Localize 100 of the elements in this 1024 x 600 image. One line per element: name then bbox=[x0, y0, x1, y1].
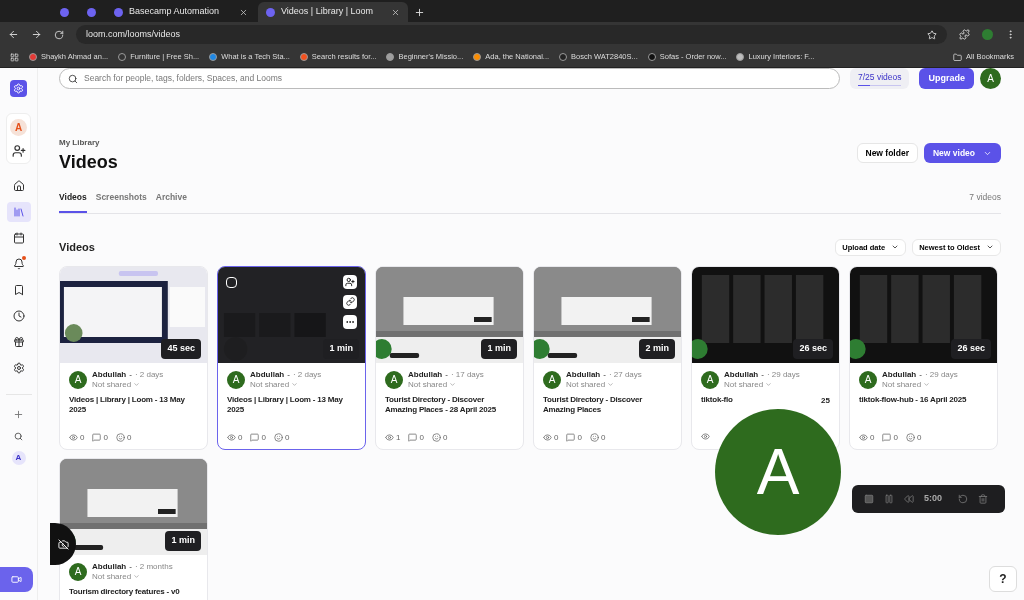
new-tab-icon[interactable] bbox=[414, 7, 425, 18]
author-name: Abdullah bbox=[250, 369, 285, 380]
address-bar[interactable]: loom.com/looms/videos bbox=[76, 25, 947, 44]
breadcrumb[interactable]: My Library bbox=[59, 137, 118, 149]
search-field[interactable]: Search for people, tags, folders, Spaces, and Looms bbox=[59, 68, 840, 89]
video-age: · 17 days bbox=[450, 369, 484, 380]
author-dot: - bbox=[761, 369, 764, 380]
forward-icon[interactable] bbox=[31, 29, 42, 40]
trash-icon[interactable] bbox=[978, 494, 988, 504]
app-logo[interactable] bbox=[10, 80, 27, 97]
sharing-dropdown[interactable]: Not shared bbox=[882, 379, 958, 390]
star-icon[interactable] bbox=[927, 29, 937, 40]
sharing-dropdown[interactable]: Not shared bbox=[92, 379, 164, 390]
video-title[interactable]: Tourist Directory - Discover Amazing Places bbox=[543, 394, 672, 415]
video-card[interactable]: 1 min A Abdullah - · 2 months Not shared Tourism directory features - v0 bbox=[59, 457, 208, 600]
tab-title: Basecamp Automation bbox=[129, 5, 221, 19]
stat-count: 0 bbox=[103, 431, 108, 444]
upgrade-button[interactable]: Upgrade bbox=[919, 68, 974, 89]
chevron-icon bbox=[449, 381, 457, 389]
quota-label: 7/25 videos bbox=[858, 71, 902, 84]
back-icon[interactable] bbox=[8, 29, 19, 40]
video-title[interactable]: Tourist Directory - Discover Amazing Places - 28 April 2025 bbox=[385, 394, 514, 415]
video-title[interactable]: tiktok-flo bbox=[701, 394, 733, 405]
stat-count: 0 bbox=[442, 431, 448, 444]
close-icon[interactable] bbox=[239, 7, 248, 17]
stat-count: 0 bbox=[80, 431, 85, 444]
video-age: · 29 days bbox=[924, 369, 958, 380]
author-avatar: A bbox=[227, 370, 245, 389]
recording-time: 5:00 bbox=[924, 492, 942, 506]
comments-icon bbox=[566, 433, 576, 443]
quota-pill[interactable]: 7/25 videos bbox=[850, 68, 910, 89]
comments-icon bbox=[408, 433, 418, 443]
sharing-dropdown[interactable]: Not shared bbox=[724, 379, 800, 390]
new-video-button[interactable]: New video bbox=[923, 143, 1001, 163]
video-card[interactable]: 2 min A Abdullah - · 27 days Not shared Tourist Directory - Discover Amazing Places 0 0 0 bbox=[533, 265, 682, 450]
new-folder-button[interactable]: New folder bbox=[856, 143, 918, 163]
folder-icon bbox=[953, 52, 963, 62]
chevron-icon bbox=[765, 381, 773, 389]
video-age: · 29 days bbox=[766, 369, 800, 380]
restart-icon[interactable] bbox=[958, 494, 968, 504]
link-icon bbox=[345, 297, 355, 307]
sharing-dropdown[interactable]: Not shared bbox=[408, 379, 484, 390]
camera-bubble[interactable]: A bbox=[715, 409, 841, 535]
stop-icon[interactable] bbox=[864, 494, 874, 504]
video-card[interactable]: 45 sec A Abdullah - · 2 days Not shared Videos | Library | Loom - 13 May 2025 0 0 0 bbox=[59, 265, 208, 450]
author-dot: - bbox=[919, 369, 922, 380]
video-title[interactable]: Videos | Library | Loom - 13 May 2025 bbox=[227, 394, 356, 415]
stat-count: 0 bbox=[126, 431, 132, 444]
calendar-icon bbox=[12, 232, 25, 244]
library-tab[interactable]: Videos bbox=[59, 191, 87, 213]
select-checkbox[interactable] bbox=[226, 276, 237, 288]
logo-icon bbox=[13, 83, 24, 94]
tab-favicon bbox=[114, 7, 123, 17]
video-card[interactable]: 26 sec A Abdullah - · 29 days Not shared tiktok-flow-hub - 16 April 2025 0 0 0 bbox=[849, 265, 998, 450]
video-camera-icon bbox=[11, 574, 22, 585]
reactions-icon bbox=[905, 433, 915, 443]
author-name: Abdullah bbox=[724, 369, 759, 380]
views-icon bbox=[385, 433, 394, 443]
stat-count: 0 bbox=[419, 431, 424, 444]
reload-icon[interactable] bbox=[54, 29, 64, 40]
browser-tab[interactable]: Basecamp Automation bbox=[106, 2, 256, 22]
duration-badge: 45 sec bbox=[161, 339, 201, 359]
author-avatar: A bbox=[701, 370, 719, 389]
video-title[interactable]: Videos | Library | Loom - 13 May 2025 bbox=[69, 394, 198, 415]
page-title: Videos bbox=[59, 151, 118, 173]
video-title[interactable]: tiktok-flow-hub - 16 April 2025 bbox=[859, 394, 967, 405]
search-input[interactable]: Search for people, tags, folders, Spaces, and Looms bbox=[84, 72, 831, 85]
help-button[interactable]: ? bbox=[989, 566, 1017, 592]
add-user-icon[interactable] bbox=[11, 144, 26, 158]
video-card[interactable]: 1 min A Abdullah - · 17 days Not shared Tourist Directory - Discover Amazing Places - 28 April 2025 1 0 0 bbox=[375, 265, 524, 450]
extensions-icon[interactable] bbox=[959, 29, 970, 40]
account-avatar[interactable]: A bbox=[980, 68, 1001, 89]
sharing-dropdown[interactable]: Not shared bbox=[92, 571, 173, 582]
sharing-dropdown[interactable]: Not shared bbox=[250, 379, 322, 390]
video-title[interactable]: Tourism directory features - v0 bbox=[69, 586, 180, 597]
library-tab[interactable]: Archive bbox=[155, 191, 187, 213]
chevron-icon bbox=[133, 573, 141, 581]
library-tab[interactable]: Screenshots bbox=[95, 191, 147, 213]
record-button[interactable] bbox=[0, 567, 33, 592]
reactions-icon bbox=[273, 433, 283, 443]
browser-tab[interactable]: Videos | Library | Loom bbox=[258, 2, 408, 22]
chevron-icon bbox=[291, 381, 299, 389]
search-icon[interactable] bbox=[14, 432, 23, 441]
close-icon[interactable] bbox=[391, 7, 400, 17]
video-card[interactable]: 1 min A Abdullah - · 2 days Not shared Videos | Library | Loom - 13 May 2025 0 0 0 bbox=[217, 265, 366, 450]
add-user-icon bbox=[345, 276, 355, 287]
author-name: Abdullah bbox=[92, 369, 127, 380]
chevron-icon bbox=[607, 381, 615, 389]
library-icon bbox=[12, 206, 25, 218]
author-name: Abdullah bbox=[408, 369, 443, 380]
add-icon[interactable] bbox=[13, 409, 24, 420]
comments-icon bbox=[250, 433, 260, 443]
stat-count: 0 bbox=[284, 431, 290, 444]
apps-icon[interactable] bbox=[10, 52, 19, 62]
duration-badge: 2 min bbox=[639, 339, 675, 359]
profile-avatar[interactable] bbox=[982, 29, 993, 40]
sharing-dropdown[interactable]: Not shared bbox=[566, 379, 642, 390]
comments-icon bbox=[882, 433, 892, 443]
author-avatar: A bbox=[543, 370, 561, 389]
user-avatar[interactable]: A bbox=[11, 451, 26, 465]
